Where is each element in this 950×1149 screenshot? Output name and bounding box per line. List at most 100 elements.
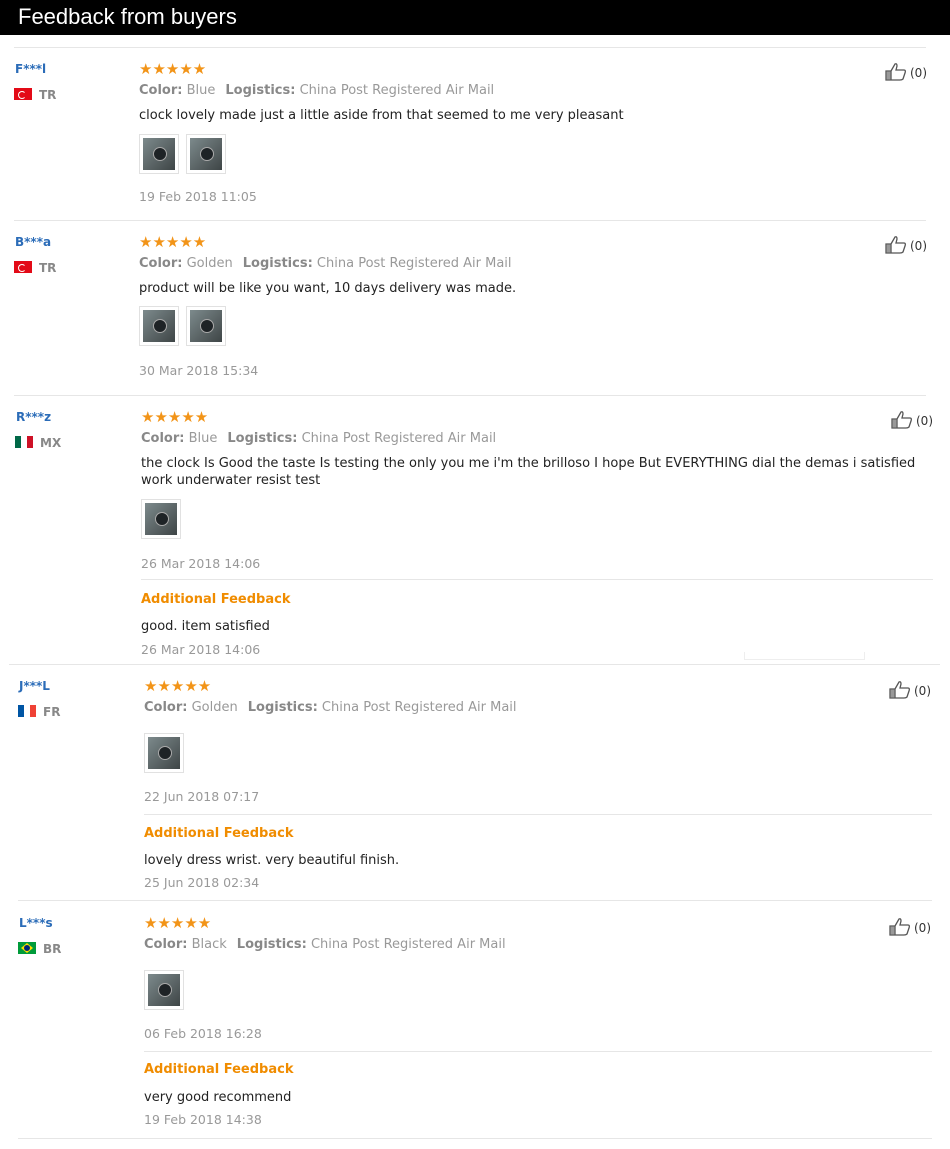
color-label: Color: [139,256,183,271]
order-info: Color: Black Logistics: China Post Regist… [144,937,506,952]
photo-thumbnail-icon [143,138,175,170]
divider [14,395,926,396]
photo-thumbnail-icon [148,737,180,769]
france-flag-icon [18,705,36,717]
country-code: BR [43,942,62,956]
star-rating: ★★★★★ [139,233,207,251]
like-count: (0) [916,414,933,428]
like-button[interactable]: (0) [889,681,931,699]
reviewer-country: TR [14,88,56,102]
star-rating: ★★★★★ [144,914,212,932]
brazil-flag-icon [18,942,36,954]
order-info: Color: Golden Logistics: China Post Regis… [144,700,517,715]
logistics-label: Logistics: [225,83,296,98]
review-date: 06 Feb 2018 16:28 [144,1026,262,1041]
color-label: Color: [139,83,183,98]
color-value: Golden [191,700,238,715]
star-rating: ★★★★★ [144,677,212,695]
review-photo[interactable] [144,970,184,1010]
color-value: Golden [186,256,233,271]
photo-thumbnail-icon [190,310,222,342]
thumbs-up-icon [889,681,910,699]
color-value: Black [191,937,227,952]
star-rating: ★★★★★ [141,408,209,426]
review-text: clock lovely made just a little aside fr… [139,108,624,123]
review-date: 22 Jun 2018 07:17 [144,789,260,804]
review-photo[interactable] [139,134,179,174]
logistics-value: China Post Registered Air Mail [321,700,517,715]
photo-thumbnail-icon [143,310,175,342]
like-button[interactable]: (0) [885,236,927,254]
star-rating: ★★★★★ [139,60,207,78]
reviewer-country: MX [15,436,61,450]
photo-thumbnail-icon [190,138,222,170]
order-info: Color: Golden Logistics: China Post Regis… [139,256,512,271]
turkey-flag-icon [14,88,32,100]
country-code: MX [40,436,62,450]
thumbs-up-icon [889,918,910,936]
color-value: Blue [186,83,216,98]
page-header: Feedback from buyers [0,0,950,35]
page-title: Feedback from buyers [18,4,237,29]
reviewer-name[interactable]: F***l [15,62,46,76]
review-photo[interactable] [186,134,226,174]
order-info: Color: Blue Logistics: China Post Registe… [139,83,494,98]
review-date: 26 Mar 2018 14:06 [141,556,261,571]
thumbs-up-icon [891,411,912,429]
reviewer-country: FR [18,705,60,719]
reviewer-name[interactable]: R***z [16,410,51,424]
additional-feedback-date: 26 Mar 2018 14:06 [141,642,261,657]
logistics-value: China Post Registered Air Mail [301,431,497,446]
divider [14,220,926,221]
mexico-flag-icon [15,436,33,448]
review-photo[interactable] [144,733,184,773]
divider [144,814,932,815]
reviewer-country: TR [14,261,56,275]
review-photo[interactable] [141,499,181,539]
logistics-value: China Post Registered Air Mail [316,256,512,271]
additional-feedback-heading: Additional Feedback [144,826,294,841]
divider [9,664,940,665]
like-button[interactable]: (0) [885,63,927,81]
country-code: TR [39,88,57,102]
color-label: Color: [144,700,188,715]
like-count: (0) [910,239,927,253]
reviewer-name[interactable]: L***s [19,916,53,930]
review-photo[interactable] [139,306,179,346]
logistics-value: China Post Registered Air Mail [310,937,506,952]
additional-feedback-date: 19 Feb 2018 14:38 [144,1112,262,1127]
thumbs-up-icon [885,63,906,81]
color-value: Blue [188,431,218,446]
like-count: (0) [914,921,931,935]
country-code: TR [39,261,57,275]
color-label: Color: [144,937,188,952]
reviewer-country: BR [18,942,61,956]
reviewer-name[interactable]: B***a [15,235,51,249]
additional-feedback-text: very good recommend [144,1090,292,1105]
review-photo[interactable] [186,306,226,346]
reviewer-name[interactable]: J***L [19,679,50,693]
thumbs-up-icon [885,236,906,254]
order-info: Color: Blue Logistics: China Post Registe… [141,431,496,446]
like-count: (0) [914,684,931,698]
divider [18,900,932,901]
logistics-label: Logistics: [236,937,307,952]
logistics-label: Logistics: [247,700,318,715]
country-code: FR [43,705,61,719]
like-count: (0) [910,66,927,80]
divider [141,579,933,580]
divider [144,1051,932,1052]
logistics-label: Logistics: [242,256,313,271]
logistics-label: Logistics: [227,431,298,446]
review-text: product will be like you want, 10 days d… [139,281,517,296]
like-button[interactable]: (0) [891,411,933,429]
logistics-value: China Post Registered Air Mail [299,83,495,98]
additional-feedback-date: 25 Jun 2018 02:34 [144,875,260,890]
turkey-flag-icon [14,261,32,273]
additional-feedback-heading: Additional Feedback [141,592,291,607]
like-button[interactable]: (0) [889,918,931,936]
review-text: the clock Is Good the taste Is testing t… [141,456,916,488]
additional-feedback-text: good. item satisfied [141,619,270,634]
review-date: 30 Mar 2018 15:34 [139,363,259,378]
additional-feedback-heading: Additional Feedback [144,1062,294,1077]
